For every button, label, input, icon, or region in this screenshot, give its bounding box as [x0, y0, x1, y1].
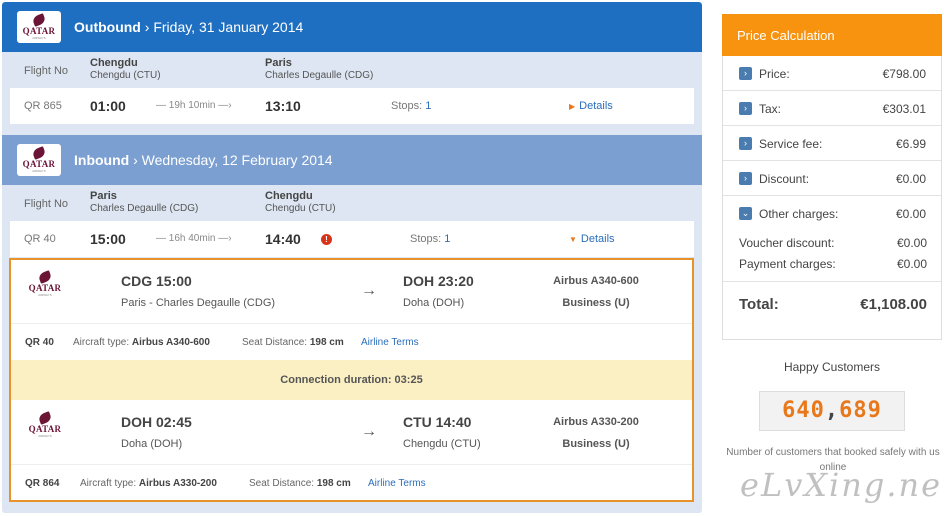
- segment-arrival-place: Chengdu (CTU): [403, 438, 481, 450]
- airline-terms-link[interactable]: Airline Terms: [368, 478, 426, 489]
- inbound-route-header: Flight No Paris Charles Degaulle (CDG) Ch…: [24, 190, 336, 214]
- happy-customers-title: Happy Customers: [783, 360, 881, 374]
- origin: Paris Charles Degaulle (CDG): [90, 190, 199, 214]
- segment-cabin: Business (U): [562, 438, 630, 450]
- segment-1-info: QR 40 Aircraft type: Airbus A340-600 Sea…: [11, 323, 692, 359]
- segment-arrival-place: Doha (DOH): [403, 297, 465, 309]
- airline-terms-link[interactable]: Airline Terms: [361, 337, 419, 348]
- segment-departure: CDG 15:00: [121, 273, 192, 289]
- itinerary-panel: QATAR AIRWAYS Outbound › Friday, 31 Janu…: [2, 2, 702, 513]
- price-calculation-panel: Price Calculation › Price: €798.00 › Tax…: [722, 14, 942, 340]
- segment-1: QATAR AIRWAYS CDG 15:00 Paris - Charles …: [11, 260, 692, 321]
- price-row[interactable]: › Price: €798.00: [723, 56, 941, 91]
- oryx-icon: [37, 272, 53, 284]
- arrow-right-icon: →: [361, 282, 377, 299]
- outbound-title: Outbound › Friday, 31 January 2014: [74, 19, 304, 35]
- service-fee-row[interactable]: › Service fee: €6.99: [723, 126, 941, 161]
- flight-number: QR 865: [24, 100, 62, 112]
- connection-duration: Connection duration: 03:25: [11, 360, 692, 400]
- oryx-icon: [31, 148, 47, 160]
- outbound-header: QATAR AIRWAYS Outbound › Friday, 31 Janu…: [2, 2, 702, 52]
- chevron-down-icon: ⌄: [739, 207, 752, 220]
- discount-row[interactable]: › Discount: €0.00: [723, 161, 941, 196]
- duration: — 19h 10min —›: [156, 100, 232, 111]
- segment-2: QATAR AIRWAYS DOH 02:45 Doha (DOH) → CTU…: [11, 401, 692, 462]
- divider: [723, 281, 941, 282]
- oryx-icon: [31, 15, 47, 27]
- arrive-time: 14:40: [265, 231, 301, 247]
- tax-row[interactable]: › Tax: €303.01: [723, 91, 941, 126]
- airline-logo: QATAR AIRWAYS: [25, 413, 65, 439]
- chevron-right-icon: ›: [739, 102, 752, 115]
- airline-logo: QATAR AIRWAYS: [25, 272, 65, 298]
- segment-departure: DOH 02:45: [121, 414, 192, 430]
- depart-time: 01:00: [90, 98, 126, 114]
- stops: Stops: 1: [391, 100, 432, 112]
- watermark: eLvXing.net: [740, 466, 944, 504]
- arrive-time: 13:10: [265, 98, 301, 114]
- details-link[interactable]: ▶ Details: [569, 100, 613, 112]
- segment-arrival: CTU 14:40: [403, 414, 472, 430]
- stops: Stops: 1: [410, 233, 451, 245]
- outbound-route-header: Flight No Chengdu Chengdu (CTU) Paris Char…: [24, 57, 374, 81]
- origin: Chengdu Chengdu (CTU): [90, 57, 161, 81]
- inbound-flight-row[interactable]: QR 40 15:00 — 16h 40min —› 14:40 ! Stops…: [10, 221, 694, 257]
- destination: Paris Charles Degaulle (CDG): [265, 57, 374, 81]
- chevron-right-icon: ›: [739, 172, 752, 185]
- duration: — 16h 40min —›: [156, 233, 232, 244]
- outbound-flight-row[interactable]: QR 865 01:00 — 19h 10min —› 13:10 Stops:…: [10, 88, 694, 124]
- oryx-icon: [37, 413, 53, 425]
- chevron-right-icon: ›: [739, 67, 752, 80]
- segment-cabin: Business (U): [562, 297, 630, 309]
- flight-number: QR 40: [24, 233, 56, 245]
- segment-aircraft: Airbus A330-200: [553, 416, 639, 428]
- destination: Chengdu Chengdu (CTU): [265, 190, 336, 214]
- arrow-right-icon: →: [361, 423, 377, 440]
- details-link[interactable]: ▼ Details: [569, 233, 615, 245]
- segment-departure-place: Doha (DOH): [121, 438, 183, 450]
- segment-2-info: QR 864 Aircraft type: Airbus A330-200 Se…: [11, 464, 692, 500]
- inbound-title: Inbound › Wednesday, 12 February 2014: [74, 152, 333, 168]
- warning-icon: !: [321, 234, 332, 245]
- triangle-right-icon: ▶: [569, 102, 576, 111]
- flight-details-expanded: QATAR AIRWAYS CDG 15:00 Paris - Charles …: [9, 258, 694, 502]
- segment-departure-place: Paris - Charles Degaulle (CDG): [121, 297, 276, 309]
- airline-logo: QATAR AIRWAYS: [17, 144, 61, 176]
- other-charges-row[interactable]: ⌄ Other charges: €0.00: [723, 196, 941, 231]
- inbound-header: QATAR AIRWAYS Inbound › Wednesday, 12 Fe…: [2, 135, 702, 185]
- depart-time: 15:00: [90, 231, 126, 247]
- price-breakdown: › Price: €798.00 › Tax: €303.01 › Servic…: [722, 56, 942, 340]
- triangle-down-icon: ▼: [569, 235, 577, 244]
- price-calculation-title: Price Calculation: [722, 14, 942, 56]
- airline-logo: QATAR AIRWAYS: [17, 11, 61, 43]
- segment-arrival: DOH 23:20: [403, 273, 474, 289]
- segment-aircraft: Airbus A340-600: [553, 275, 639, 287]
- total-row: Total: €1,108.00: [739, 296, 927, 313]
- payment-charges-row: Payment charges: €0.00: [739, 257, 927, 271]
- chevron-right-icon: ›: [739, 137, 752, 150]
- customer-counter: 640,689: [759, 391, 905, 431]
- voucher-discount-row: Voucher discount: €0.00: [739, 236, 927, 250]
